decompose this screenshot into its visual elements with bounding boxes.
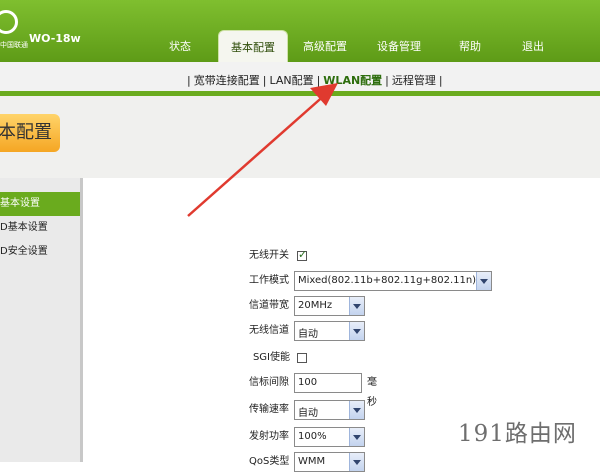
annotation-arrow-shaft [187,92,328,217]
annotation-arrow-head [310,83,338,106]
watermark: 191路由网 [458,421,577,447]
annotation-arrow [187,83,338,217]
